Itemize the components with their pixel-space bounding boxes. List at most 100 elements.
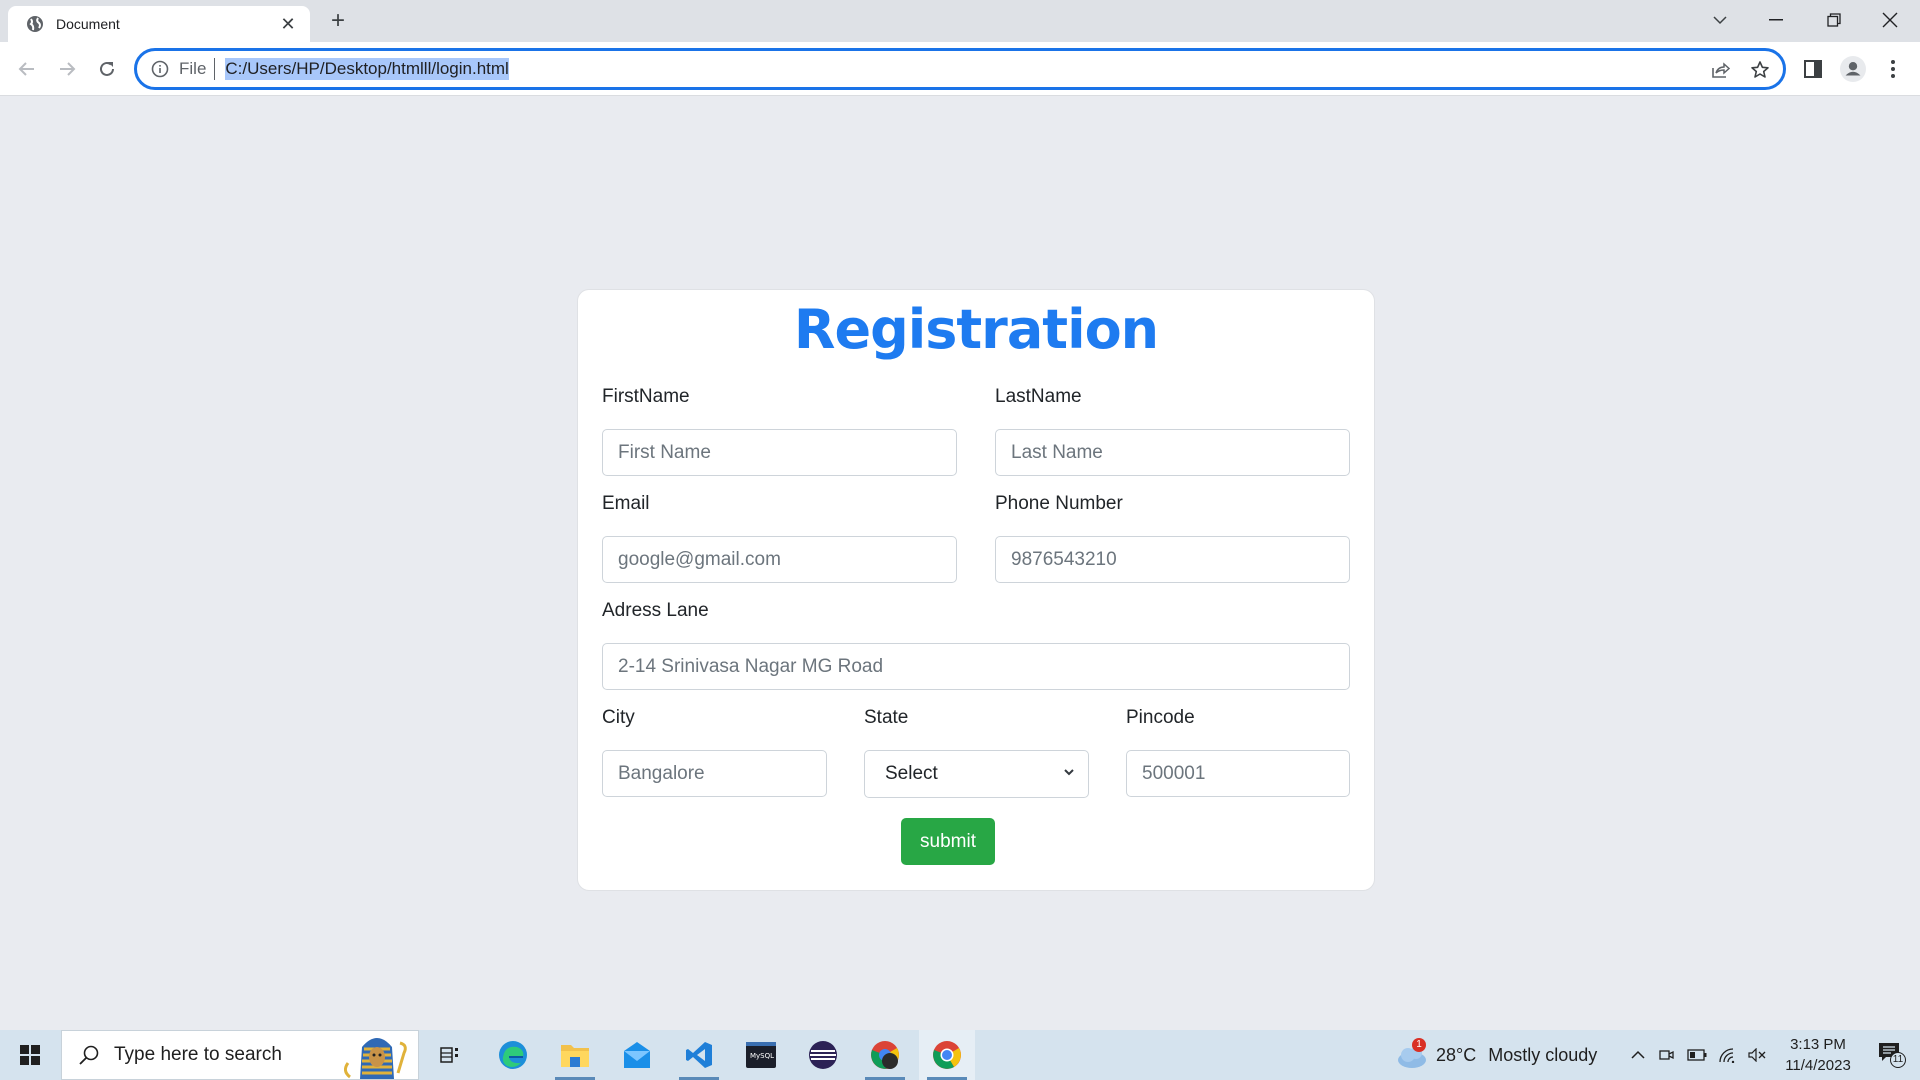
submit-button[interactable]: submit xyxy=(901,818,995,865)
search-highlight-pharaoh-icon xyxy=(343,1038,407,1079)
site-info-icon[interactable] xyxy=(151,60,169,78)
start-button[interactable] xyxy=(10,1035,50,1075)
page-title: Registration xyxy=(793,298,1159,361)
new-tab-button[interactable]: + xyxy=(324,8,352,36)
email-input[interactable]: google@gmail.com xyxy=(602,536,957,583)
globe-icon xyxy=(26,15,44,33)
restore-button[interactable] xyxy=(1806,0,1862,40)
chevron-down-icon xyxy=(1064,769,1074,776)
arrow-right-icon xyxy=(60,62,76,76)
state-selected-value: Select xyxy=(885,763,938,784)
restore-icon xyxy=(1827,13,1841,27)
browser-tab[interactable]: Document ✕ xyxy=(8,6,310,42)
email-label: Email xyxy=(602,493,650,514)
taskbar-edge[interactable] xyxy=(485,1030,541,1080)
reload-icon xyxy=(100,61,114,76)
chrome-icon xyxy=(933,1041,961,1069)
browser-toolbar: File C:/Users/HP/Desktop/htmlll/login.ht… xyxy=(0,42,1920,96)
registration-card: Registration FirstName First Name LastNa… xyxy=(577,289,1375,891)
pincode-input[interactable]: 500001 xyxy=(1126,750,1350,797)
search-icon xyxy=(78,1044,100,1066)
city-label: City xyxy=(602,707,635,728)
kebab-menu-icon xyxy=(1891,60,1895,78)
url-scheme: File xyxy=(179,59,207,78)
tab-search-button[interactable] xyxy=(1692,0,1748,40)
last-name-placeholder: Last Name xyxy=(1011,441,1103,463)
forward-button[interactable] xyxy=(52,54,82,84)
clock-time: 3:13 PM xyxy=(1790,1036,1846,1053)
taskbar-file-explorer[interactable] xyxy=(547,1030,603,1080)
notification-center-button[interactable]: 11 xyxy=(1866,1030,1916,1080)
share-icon[interactable] xyxy=(1709,59,1731,81)
weather-temp: 28°C xyxy=(1436,1044,1477,1065)
arrow-left-icon xyxy=(18,62,34,76)
last-name-label: LastName xyxy=(995,386,1082,407)
folder-icon xyxy=(561,1045,589,1067)
volume-muted-icon[interactable] xyxy=(1742,1048,1772,1062)
edge-icon xyxy=(499,1041,527,1069)
wifi-icon[interactable] xyxy=(1712,1047,1742,1063)
address-placeholder: 2-14 Srinivasa Nagar MG Road xyxy=(618,655,884,677)
battery-icon[interactable] xyxy=(1682,1049,1712,1061)
taskbar-chrome[interactable] xyxy=(919,1030,975,1080)
weather-widget[interactable]: 1 28°C Mostly cloudy xyxy=(1394,1030,1597,1080)
taskbar: Type here to search MySQL 1 28°C Mostly … xyxy=(0,1030,1920,1080)
pincode-label: Pincode xyxy=(1126,707,1195,728)
pincode-placeholder: 500001 xyxy=(1142,762,1206,784)
windows-logo-icon xyxy=(20,1045,40,1065)
phone-label: Phone Number xyxy=(995,493,1123,514)
weather-condition: Mostly cloudy xyxy=(1488,1044,1598,1065)
tab-title: Document xyxy=(56,16,120,32)
close-window-button[interactable] xyxy=(1862,0,1918,40)
system-tray xyxy=(1624,1030,1772,1080)
phone-input[interactable]: 9876543210 xyxy=(995,536,1350,583)
page-viewport: Registration FirstName First Name LastNa… xyxy=(0,96,1920,1030)
chrome-profile-icon xyxy=(871,1041,899,1069)
menu-button[interactable] xyxy=(1880,56,1906,82)
first-name-placeholder: First Name xyxy=(618,441,711,463)
bookmark-star-icon[interactable] xyxy=(1749,59,1771,81)
show-hidden-icons-chevron-up-icon[interactable] xyxy=(1624,1050,1652,1060)
taskbar-eclipse[interactable] xyxy=(795,1030,851,1080)
notification-icon: 11 xyxy=(1878,1042,1906,1068)
chevron-down-icon xyxy=(1713,16,1727,25)
eclipse-icon xyxy=(809,1041,837,1069)
reload-button[interactable] xyxy=(92,54,122,84)
camera-icon[interactable] xyxy=(1652,1046,1682,1064)
notification-count: 11 xyxy=(1890,1052,1906,1068)
avatar-icon xyxy=(1840,56,1866,82)
address-bar[interactable]: File C:/Users/HP/Desktop/htmlll/login.ht… xyxy=(134,48,1786,90)
mysql-shell-icon: MySQL xyxy=(746,1042,776,1068)
address-bar-actions xyxy=(1709,59,1771,81)
address-input[interactable]: 2-14 Srinivasa Nagar MG Road xyxy=(602,643,1350,690)
minimize-icon xyxy=(1769,19,1783,21)
task-view-icon xyxy=(440,1047,458,1063)
taskbar-mail[interactable] xyxy=(609,1030,665,1080)
taskbar-mysql[interactable]: MySQL xyxy=(733,1030,789,1080)
back-button[interactable] xyxy=(12,54,42,84)
city-placeholder: Bangalore xyxy=(618,762,705,784)
side-panel-button[interactable] xyxy=(1800,56,1826,82)
side-panel-icon xyxy=(1804,60,1822,78)
mail-icon xyxy=(624,1042,650,1068)
state-label: State xyxy=(864,707,909,728)
first-name-input[interactable]: First Name xyxy=(602,429,957,476)
address-label: Adress Lane xyxy=(602,600,709,621)
url-text[interactable]: C:/Users/HP/Desktop/htmlll/login.html xyxy=(225,58,509,80)
search-placeholder: Type here to search xyxy=(114,1044,282,1065)
state-select[interactable]: Select xyxy=(864,750,1089,798)
task-view-button[interactable] xyxy=(422,1030,478,1080)
first-name-label: FirstName xyxy=(602,386,690,407)
city-input[interactable]: Bangalore xyxy=(602,750,827,797)
url-separator xyxy=(214,58,216,80)
close-tab-icon[interactable]: ✕ xyxy=(278,14,298,35)
browser-tabstrip: Document ✕ + xyxy=(0,0,1920,42)
profile-button[interactable] xyxy=(1840,56,1866,82)
taskbar-chrome-profile[interactable] xyxy=(857,1030,913,1080)
minimize-button[interactable] xyxy=(1748,0,1804,40)
last-name-input[interactable]: Last Name xyxy=(995,429,1350,476)
taskbar-clock[interactable]: 3:13 PM 11/4/2023 xyxy=(1770,1034,1866,1076)
taskbar-search[interactable]: Type here to search xyxy=(61,1030,419,1080)
taskbar-vscode[interactable] xyxy=(671,1030,727,1080)
phone-placeholder: 9876543210 xyxy=(1011,548,1117,570)
